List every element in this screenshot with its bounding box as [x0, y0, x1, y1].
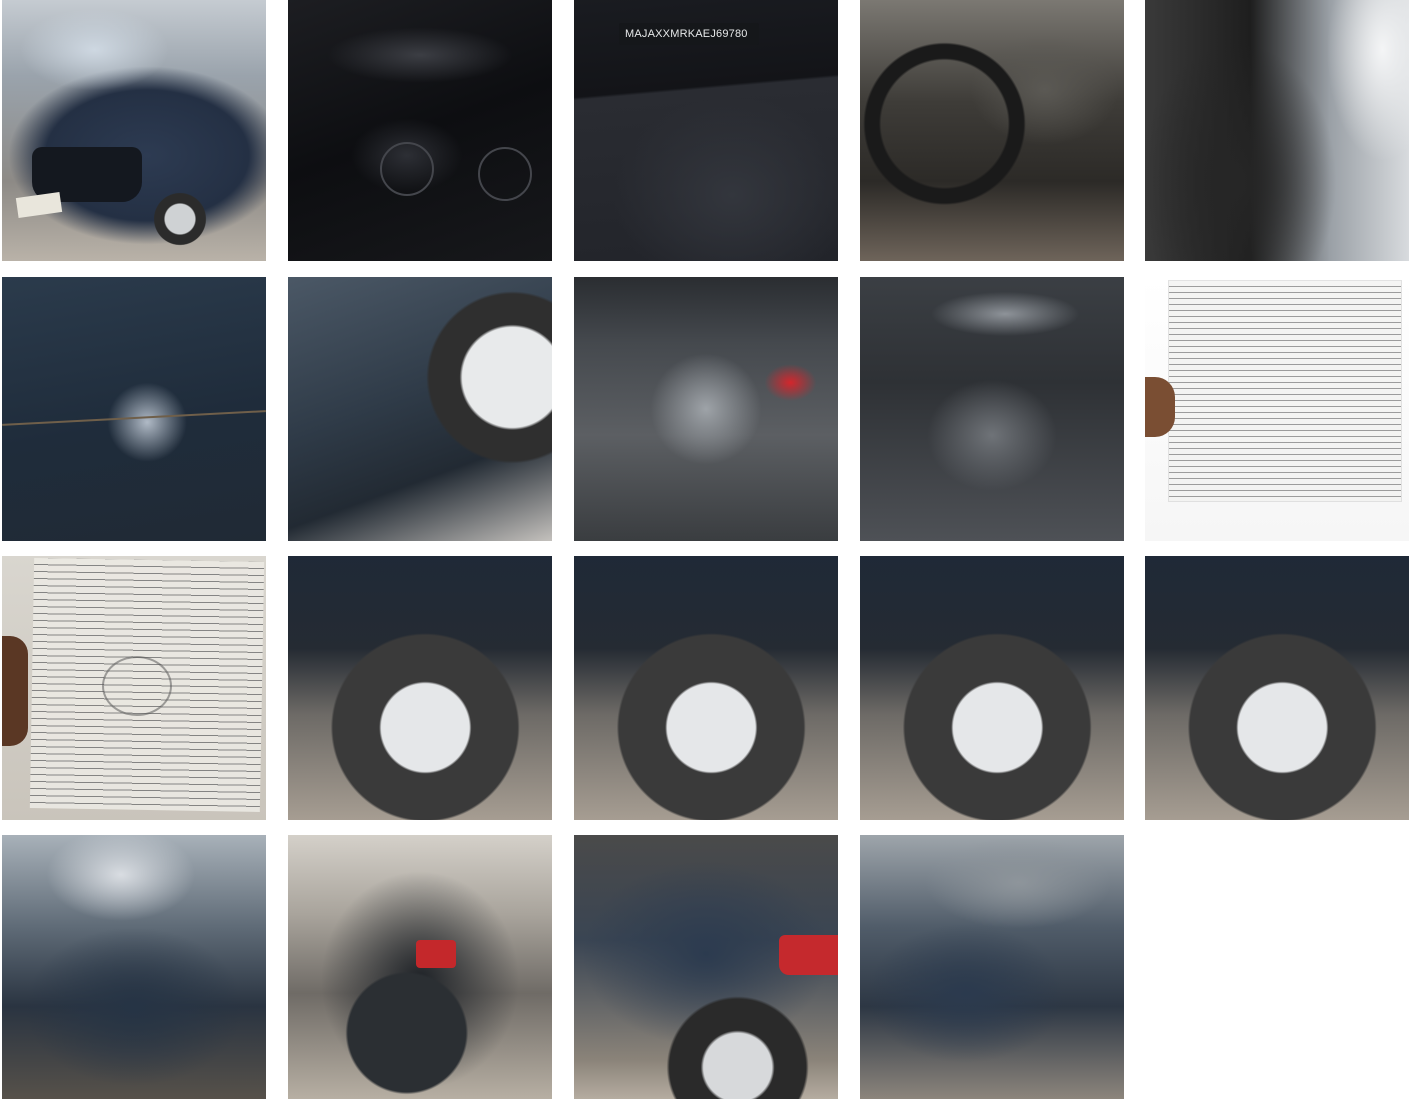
gallery-photo-tyre-1[interactable]	[288, 556, 552, 820]
gallery-photo-tyre-4[interactable]	[1145, 556, 1409, 820]
gallery-photo-vin[interactable]: MAJAXXMRKAEJ69780	[574, 0, 838, 261]
gallery-photo-document-2[interactable]	[2, 556, 266, 820]
car-front-photo	[2, 0, 266, 261]
gallery-photo-car-front[interactable]	[2, 0, 266, 261]
tyre-photo	[1145, 556, 1409, 820]
car-front-photo	[2, 835, 266, 1099]
gallery-photo-document-1[interactable]	[1145, 277, 1409, 541]
gallery-photo-tyre-2[interactable]	[574, 556, 838, 820]
vin-display-photo: MAJAXXMRKAEJ69780	[574, 0, 838, 261]
car-rear-photo	[288, 835, 552, 1099]
registration-document-photo	[2, 556, 266, 820]
seat-photo	[1145, 0, 1409, 261]
engine-bay-photo	[860, 277, 1124, 541]
engine-bay-photo	[574, 277, 838, 541]
gallery-photo-car-front-2[interactable]	[2, 835, 266, 1099]
gallery-photo-car-front-3[interactable]	[860, 835, 1124, 1099]
car-front-photo	[860, 835, 1124, 1099]
tyre-photo	[860, 556, 1124, 820]
tyre-photo	[288, 556, 552, 820]
gallery-photo-engine-2[interactable]	[860, 277, 1124, 541]
front-fender-photo	[288, 277, 552, 541]
vin-text: MAJAXXMRKAEJ69780	[619, 23, 759, 45]
gallery-photo-steering[interactable]	[860, 0, 1124, 261]
photo-gallery: MAJAXXMRKAEJ69780	[0, 0, 1416, 1099]
tyre-photo	[574, 556, 838, 820]
gallery-photo-fender[interactable]	[288, 277, 552, 541]
gallery-photo-engine-1[interactable]	[574, 277, 838, 541]
insurance-document-photo	[1145, 277, 1409, 541]
gallery-photo-tyre-3[interactable]	[860, 556, 1124, 820]
body-panel-scratch-photo	[2, 277, 266, 541]
steering-wheel-photo	[860, 0, 1124, 261]
gallery-photo-panel[interactable]	[2, 277, 266, 541]
car-side-photo	[574, 835, 838, 1099]
gallery-photo-seat[interactable]	[1145, 0, 1409, 261]
gallery-photo-dashboard[interactable]	[288, 0, 552, 261]
gallery-photo-car-rear[interactable]	[288, 835, 552, 1099]
gallery-photo-car-side[interactable]	[574, 835, 838, 1099]
dashboard-gauges-photo	[288, 0, 552, 261]
